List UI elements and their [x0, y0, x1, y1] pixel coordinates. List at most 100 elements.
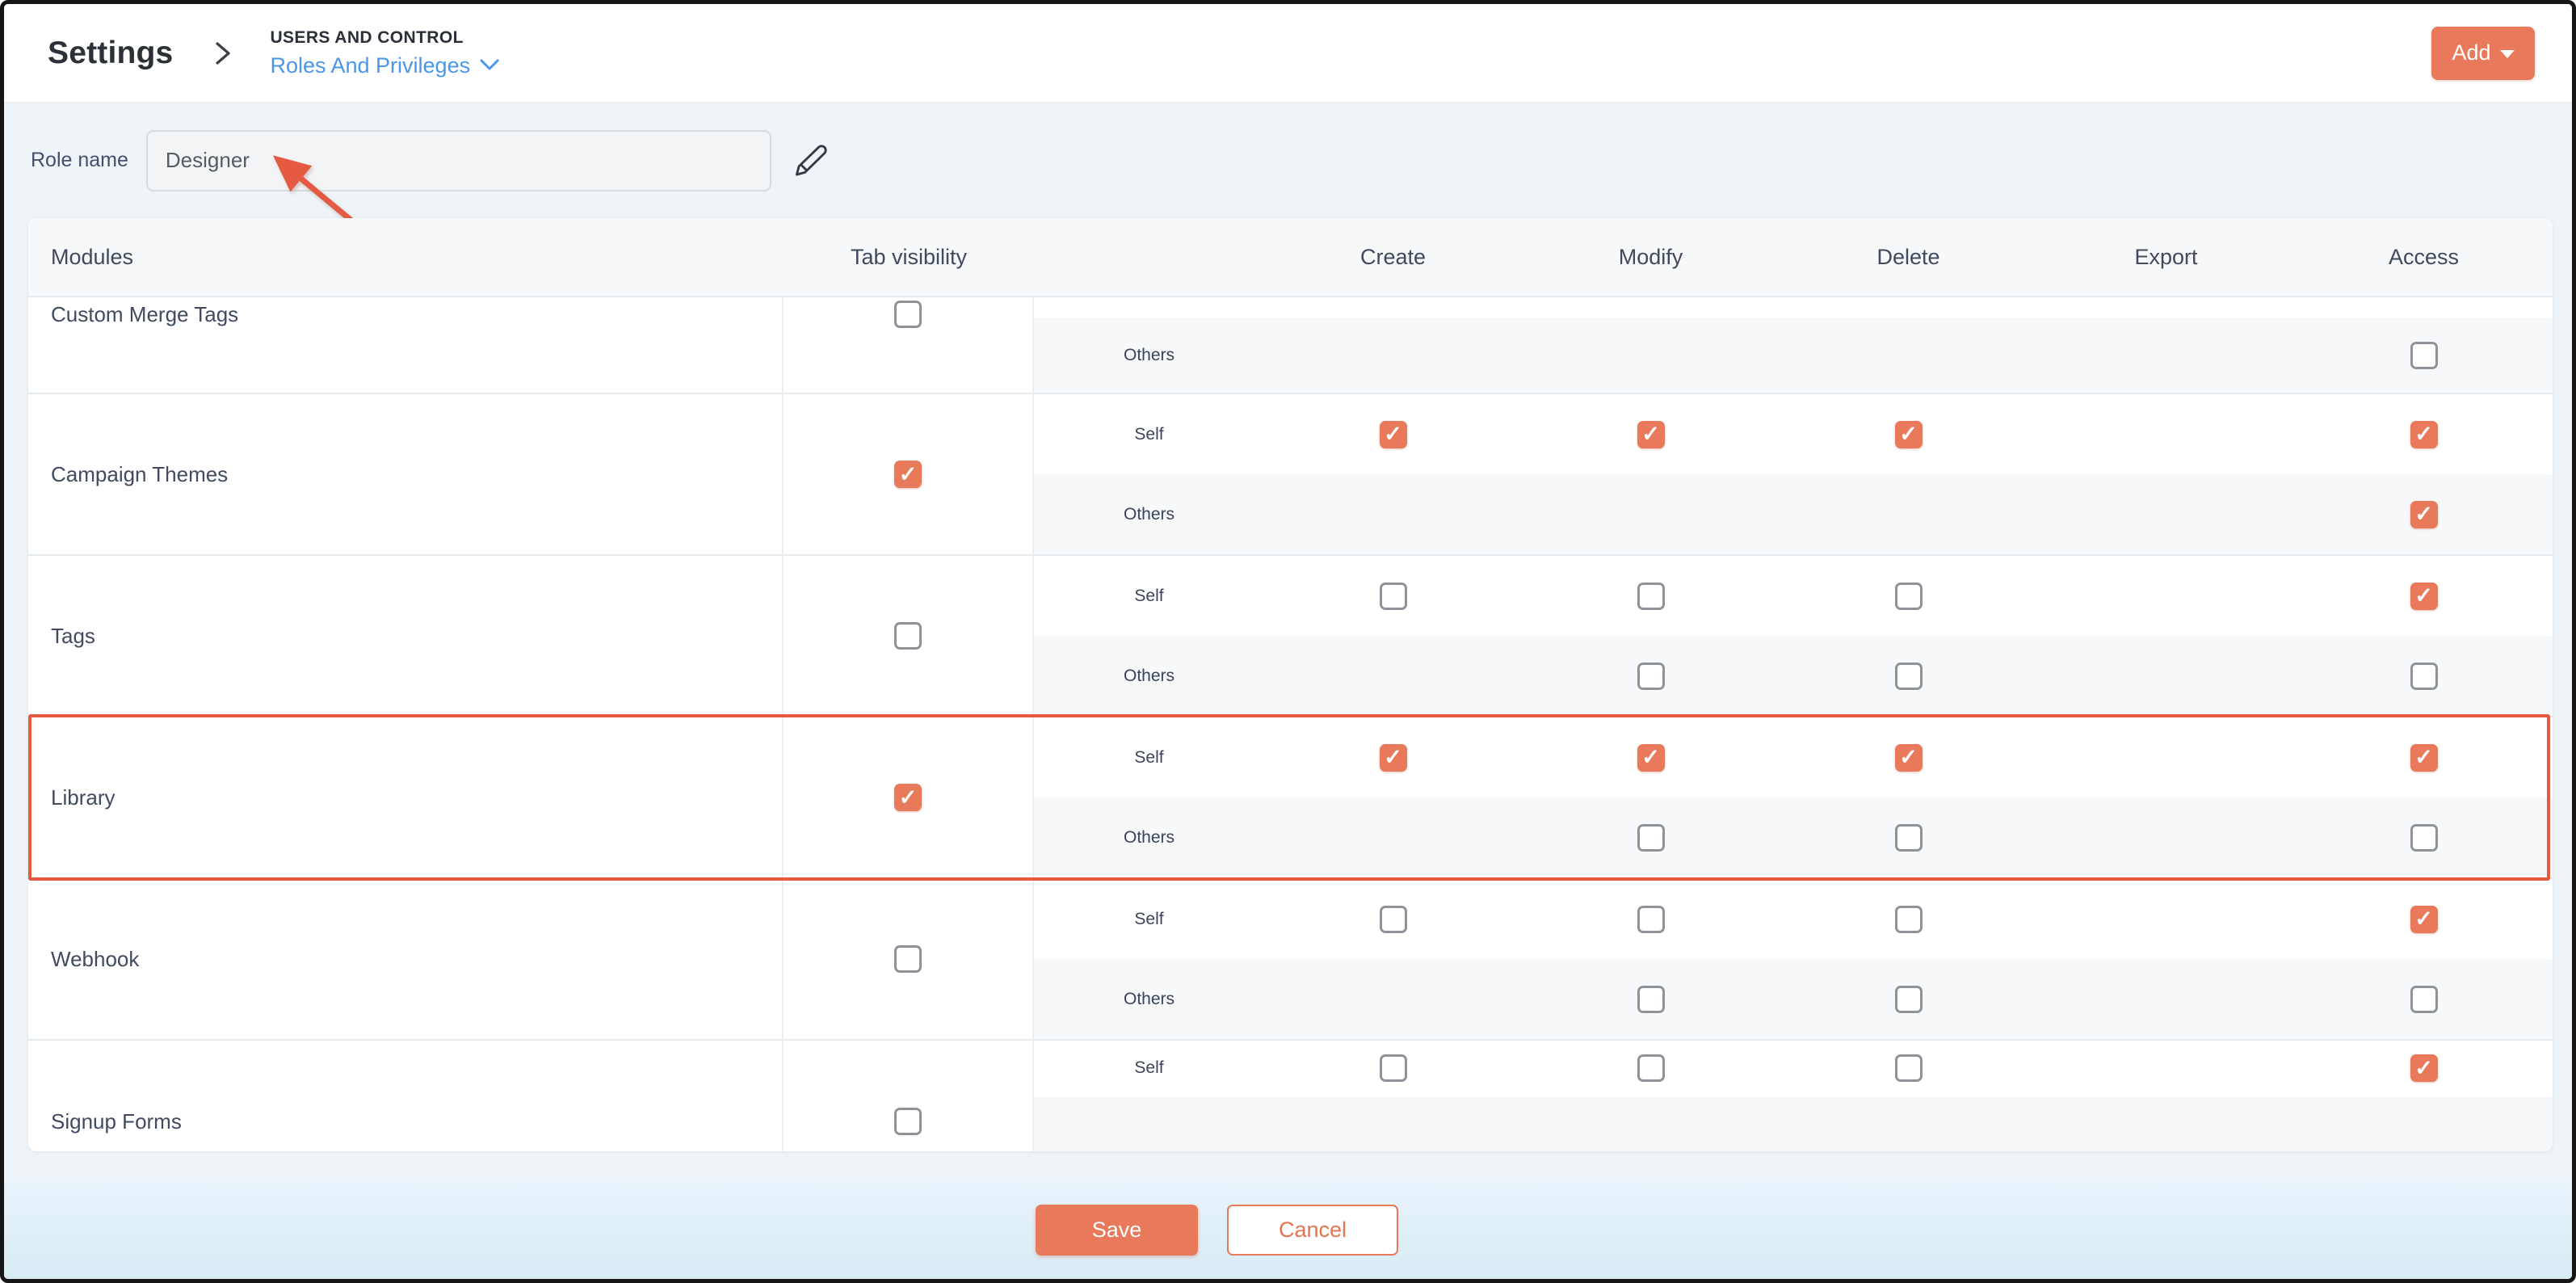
access-checkbox[interactable] [2410, 824, 2438, 852]
add-button-label: Add [2452, 40, 2490, 65]
self-permission-row: Self [1034, 556, 2553, 636]
breadcrumb-section: USERS AND CONTROL [270, 28, 501, 48]
tab-visibility-checkbox[interactable] [894, 945, 922, 973]
top-bar: Settings USERS AND CONTROL Roles And Pri… [4, 4, 2572, 103]
self-permission-row: Self [1034, 879, 2553, 959]
access-checkbox[interactable] [2410, 501, 2438, 528]
scope-label-self: Self [1034, 587, 1264, 606]
module-row-webhook: Webhook Self Others [28, 879, 2553, 1041]
delete-checkbox[interactable] [1895, 744, 1923, 772]
access-checkbox[interactable] [2410, 906, 2438, 933]
role-name-value: Designer [166, 148, 250, 173]
module-name: Custom Merge Tags [51, 298, 238, 330]
module-row-campaign-themes: Campaign Themes Self Others [28, 394, 2553, 556]
chevron-right-icon [210, 37, 236, 69]
save-button[interactable]: Save [1036, 1205, 1198, 1256]
create-checkbox[interactable] [1380, 1054, 1407, 1082]
module-name: Signup Forms [51, 1105, 182, 1138]
tab-visibility-checkbox[interactable] [894, 784, 922, 811]
role-name-section: Role name Designer [4, 103, 2572, 218]
role-name-label: Role name [31, 149, 128, 172]
scope-label-others: Others [1034, 990, 1264, 1009]
cancel-button[interactable]: Cancel [1227, 1205, 1398, 1256]
footer-bar: Save Cancel [4, 1181, 2572, 1279]
delete-checkbox[interactable] [1895, 663, 1923, 690]
create-checkbox[interactable] [1380, 583, 1407, 610]
module-row-custom-merge-tags: Custom Merge Tags Others [28, 297, 2553, 394]
scope-label-others: Others [1034, 505, 1264, 524]
others-permission-row: Others [1034, 318, 2553, 393]
delete-checkbox[interactable] [1895, 824, 1923, 852]
role-name-input[interactable]: Designer [146, 130, 771, 191]
access-checkbox[interactable] [2410, 342, 2438, 369]
scope-label-others: Others [1034, 346, 1264, 365]
column-header-create: Create [1264, 245, 1522, 270]
tab-visibility-checkbox[interactable] [894, 301, 922, 328]
modify-checkbox[interactable] [1637, 421, 1665, 448]
others-permission-row-clipped [1034, 1096, 2553, 1152]
page-title: Settings [48, 36, 173, 71]
column-header-tab-visibility: Tab visibility [784, 245, 1034, 270]
add-button[interactable]: Add [2431, 27, 2535, 80]
scope-label-others: Others [1034, 667, 1264, 686]
chevron-down-icon [478, 57, 501, 74]
modify-checkbox[interactable] [1637, 583, 1665, 610]
modify-checkbox[interactable] [1637, 986, 1665, 1013]
module-name: Library [51, 781, 115, 814]
scope-label-self: Self [1034, 748, 1264, 768]
module-row-signup-forms: Signup Forms Self [28, 1041, 2553, 1151]
app-window: Settings USERS AND CONTROL Roles And Pri… [0, 0, 2576, 1283]
others-permission-row: Others [1034, 474, 2553, 554]
others-permission-row: Others [1034, 636, 2553, 716]
caret-down-icon [2500, 50, 2515, 58]
module-row-library: Library Self Others [28, 717, 2553, 879]
self-permission-row: Self [1034, 1041, 2553, 1096]
others-permission-row: Others [1034, 797, 2553, 877]
column-header-modify: Modify [1522, 245, 1780, 270]
scope-label-self: Self [1034, 1058, 1264, 1078]
delete-checkbox[interactable] [1895, 986, 1923, 1013]
access-checkbox[interactable] [2410, 744, 2438, 772]
delete-checkbox[interactable] [1895, 583, 1923, 610]
modify-checkbox[interactable] [1637, 824, 1665, 852]
column-header-access: Access [2295, 245, 2553, 270]
column-header-export: Export [2037, 245, 2295, 270]
scope-label-self: Self [1034, 425, 1264, 444]
module-row-tags: Tags Self Others [28, 556, 2553, 717]
tab-visibility-checkbox[interactable] [894, 1108, 922, 1135]
delete-checkbox[interactable] [1895, 1054, 1923, 1082]
create-checkbox[interactable] [1380, 906, 1407, 933]
tab-visibility-checkbox[interactable] [894, 461, 922, 488]
modify-checkbox[interactable] [1637, 906, 1665, 933]
module-name: Campaign Themes [51, 458, 228, 490]
create-checkbox[interactable] [1380, 744, 1407, 772]
scope-label-self: Self [1034, 910, 1264, 929]
delete-checkbox[interactable] [1895, 421, 1923, 448]
table-header-row: Modules Tab visibility Create Modify Del… [28, 218, 2553, 297]
pencil-icon[interactable] [792, 142, 830, 179]
self-permission-row: Self [1034, 394, 2553, 474]
modify-checkbox[interactable] [1637, 1054, 1665, 1082]
create-checkbox[interactable] [1380, 421, 1407, 448]
scope-label-others: Others [1034, 828, 1264, 848]
column-header-delete: Delete [1780, 245, 2037, 270]
tab-visibility-checkbox[interactable] [894, 622, 922, 650]
clipped-self-row [1034, 297, 2553, 318]
modify-checkbox[interactable] [1637, 744, 1665, 772]
module-name: Webhook [51, 943, 139, 975]
others-permission-row: Others [1034, 959, 2553, 1039]
breadcrumb: USERS AND CONTROL Roles And Privileges [270, 28, 501, 78]
self-permission-row: Self [1034, 717, 2553, 797]
column-header-modules: Modules [28, 245, 784, 270]
access-checkbox[interactable] [2410, 986, 2438, 1013]
delete-checkbox[interactable] [1895, 906, 1923, 933]
breadcrumb-page-label: Roles And Privileges [270, 53, 470, 78]
breadcrumb-page-link[interactable]: Roles And Privileges [270, 53, 501, 78]
modify-checkbox[interactable] [1637, 663, 1665, 690]
access-checkbox[interactable] [2410, 583, 2438, 610]
access-checkbox[interactable] [2410, 421, 2438, 448]
module-name: Tags [51, 620, 95, 652]
access-checkbox[interactable] [2410, 663, 2438, 690]
access-checkbox[interactable] [2410, 1054, 2438, 1082]
privileges-table: Modules Tab visibility Create Modify Del… [28, 218, 2553, 1151]
